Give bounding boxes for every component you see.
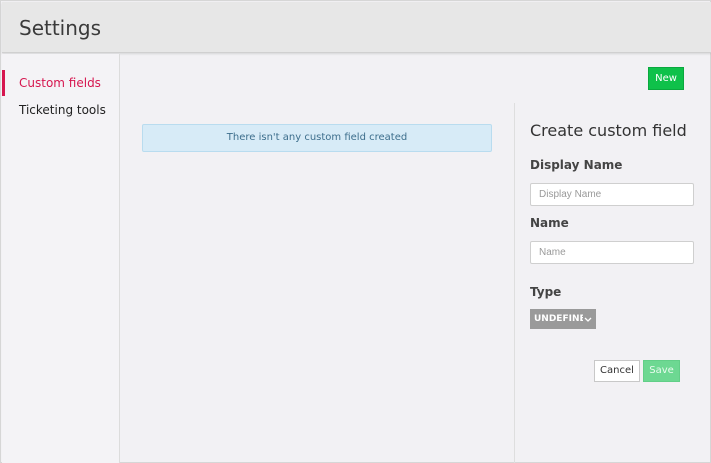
type-select[interactable]: UNDEFINED: [530, 309, 596, 329]
settings-sidebar: Custom fields Ticketing tools: [2, 54, 120, 463]
cancel-button[interactable]: Cancel: [594, 360, 640, 382]
sidebar-item-label: Custom fields: [19, 76, 101, 90]
empty-state-alert: There isn't any custom field created: [142, 124, 492, 152]
sidebar-item-custom-fields[interactable]: Custom fields: [2, 70, 120, 96]
display-name-label: Display Name: [530, 158, 623, 172]
name-label: Name: [530, 216, 569, 230]
page-title: Settings: [19, 16, 102, 40]
chevron-down-icon: [583, 309, 593, 329]
type-label: Type: [530, 285, 562, 299]
settings-window: Settings Custom fields Ticketing tools N…: [0, 0, 711, 463]
save-button[interactable]: Save: [643, 360, 680, 382]
name-input[interactable]: [530, 241, 694, 264]
create-custom-field-title: Create custom field: [530, 121, 687, 140]
sidebar-item-ticketing-tools[interactable]: Ticketing tools: [2, 97, 120, 123]
sidebar-item-label: Ticketing tools: [19, 103, 106, 117]
panel-divider: [514, 103, 515, 463]
display-name-input[interactable]: [530, 183, 694, 206]
new-button[interactable]: New: [648, 67, 684, 90]
page-header: Settings: [2, 2, 711, 53]
